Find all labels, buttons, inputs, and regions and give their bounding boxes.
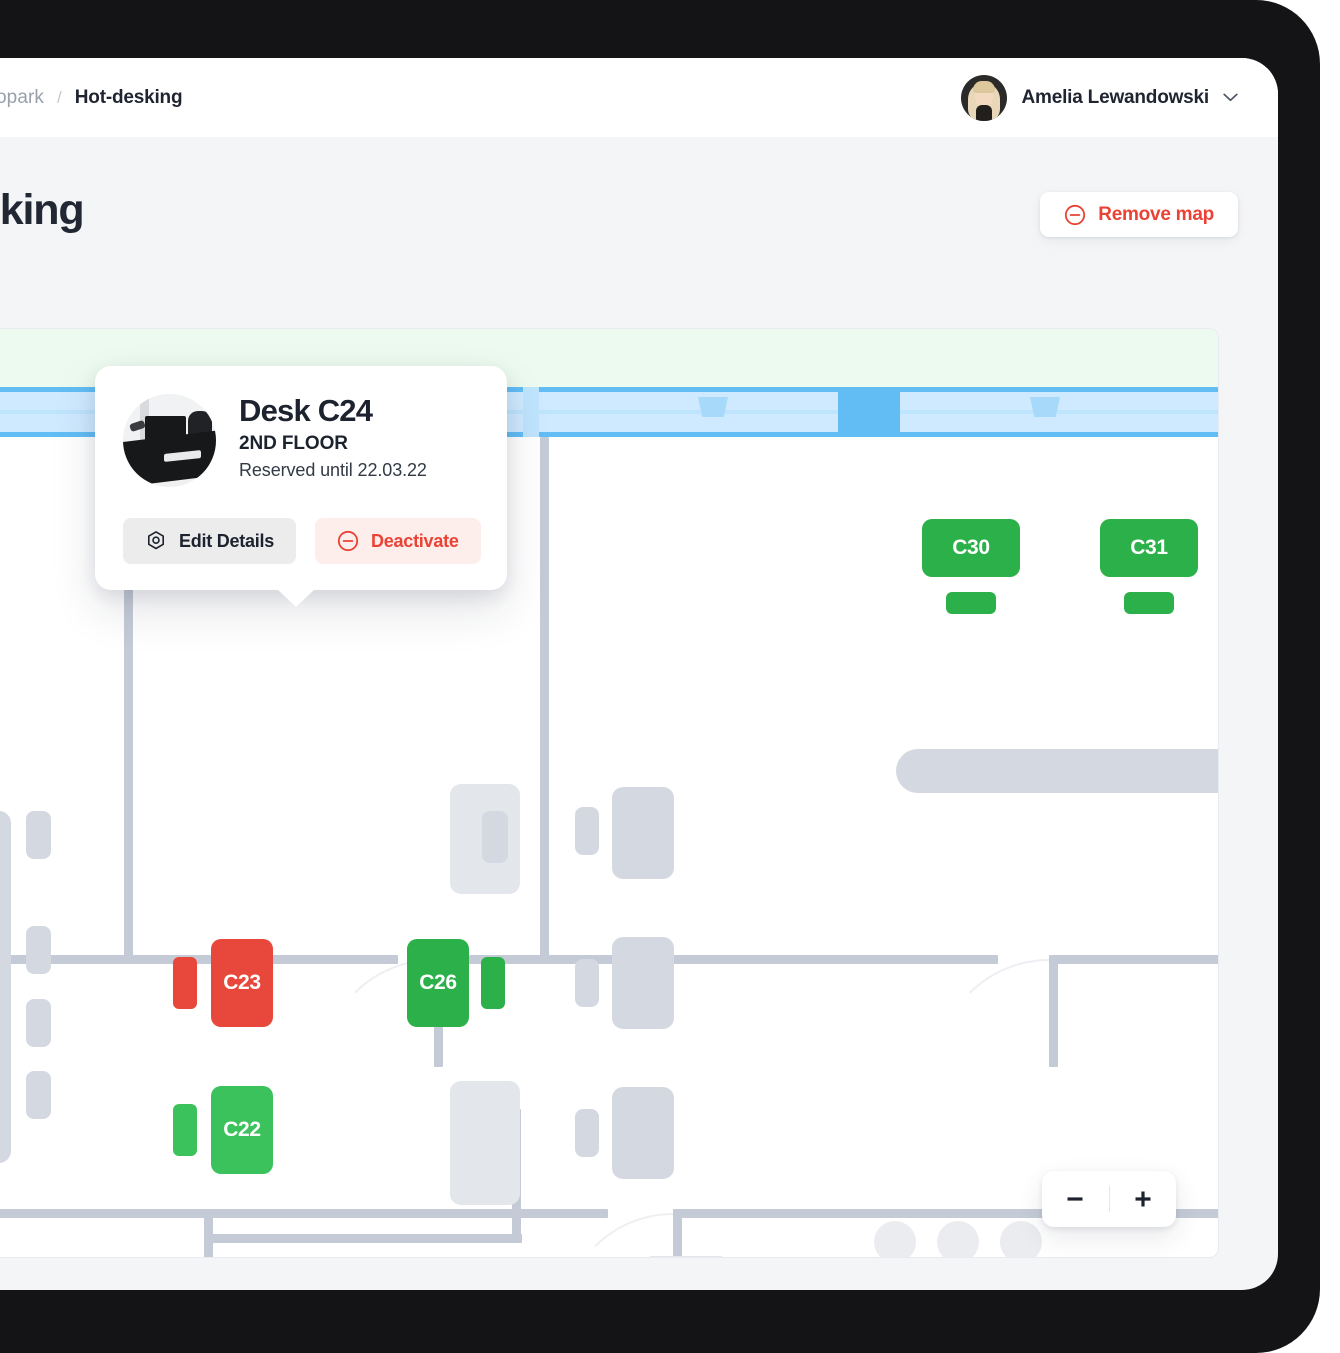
- chair-C26[interactable]: [481, 957, 505, 1009]
- sideboard-bottom: [646, 1256, 726, 1257]
- desk-gray-right-3: [612, 1087, 674, 1179]
- remove-map-label: Remove map: [1098, 203, 1214, 225]
- user-menu[interactable]: Amelia Lewandowski: [961, 74, 1238, 121]
- popover-text-block: Desk C24 2ND FLOOR Reserved until 22.03.…: [239, 394, 427, 481]
- wall-vertical-lower-jamb: [673, 1209, 682, 1257]
- desk-C26[interactable]: C26: [407, 939, 469, 1027]
- chair-right-1: [575, 807, 599, 855]
- window-strip-right: [900, 387, 1218, 437]
- app-header: opark / Hot-desking Amelia Lewandowski: [0, 58, 1278, 137]
- desk-C31-label: C31: [1130, 536, 1168, 559]
- popover-header: Desk C24 2ND FLOOR Reserved until 22.03.…: [123, 394, 479, 487]
- desk-C23[interactable]: C23: [211, 939, 273, 1027]
- minus-icon: [1062, 1186, 1088, 1212]
- desk-C22-label: C22: [223, 1118, 261, 1141]
- counter-bar-right: [896, 749, 1218, 793]
- chair-C22[interactable]: [173, 1104, 197, 1156]
- zoom-in-button[interactable]: [1110, 1171, 1177, 1227]
- page-title: ot-desking: [0, 186, 85, 234]
- wall-horizontal-mid: [434, 955, 998, 964]
- stool-3: [1000, 1221, 1042, 1257]
- app-window: opark / Hot-desking Amelia Lewandowski o…: [0, 58, 1278, 1290]
- popover-desk-status: Reserved until 22.03.22: [239, 460, 427, 481]
- hex-nut-icon: [145, 530, 167, 552]
- wall-stub-a: [523, 387, 539, 437]
- chair-C30[interactable]: [946, 592, 996, 614]
- wall-horizontal-left: [0, 955, 398, 964]
- zoom-controls: [1042, 1171, 1176, 1227]
- window-solid-block: [838, 387, 900, 437]
- breadcrumb: opark / Hot-desking: [0, 86, 183, 109]
- deactivate-button[interactable]: Deactivate: [315, 518, 481, 564]
- popover-desk-floor: 2ND FLOOR: [239, 433, 348, 455]
- desk-C23-label: C23: [223, 971, 261, 994]
- minus-circle-icon: [1064, 204, 1086, 226]
- popover-actions: Edit Details Deactivate: [123, 518, 481, 564]
- remove-map-button[interactable]: Remove map: [1040, 192, 1238, 237]
- table-left: [0, 811, 11, 1163]
- wall-horizontal-right: [1049, 955, 1218, 964]
- popover-desk-title: Desk C24: [239, 393, 373, 428]
- desk-C22[interactable]: C22: [211, 1086, 273, 1174]
- plus-icon: [1130, 1186, 1156, 1212]
- edit-details-label: Edit Details: [179, 530, 275, 551]
- chair-right-2: [575, 959, 599, 1007]
- wall-horizontal-lower-2: [204, 1234, 522, 1243]
- edit-details-button[interactable]: Edit Details: [123, 518, 297, 564]
- breadcrumb-root-link[interactable]: opark: [0, 87, 44, 109]
- window-strip-middle: [538, 387, 838, 437]
- chair-right-3: [575, 1109, 599, 1157]
- chair-mid-1: [482, 811, 508, 863]
- desk-C30[interactable]: C30: [922, 519, 1020, 577]
- chair-C23[interactable]: [173, 957, 197, 1009]
- breadcrumb-separator: /: [57, 87, 62, 107]
- desk-gray-right-2: [612, 937, 674, 1029]
- zoom-out-button[interactable]: [1042, 1171, 1109, 1227]
- chair-left-8: [26, 1071, 51, 1119]
- wall-vertical-middle: [540, 437, 549, 961]
- user-name: Amelia Lewandowski: [1021, 86, 1209, 108]
- desk-photo: [123, 394, 216, 487]
- chair-C31[interactable]: [1124, 592, 1174, 614]
- desk-C26-label: C26: [419, 971, 457, 994]
- breadcrumb-current: Hot-desking: [74, 86, 183, 108]
- minus-circle-icon: [337, 530, 359, 552]
- desk-gray-mid-2: [450, 1081, 520, 1205]
- desk-C31[interactable]: C31: [1100, 519, 1198, 577]
- desk-gray-right-1: [612, 787, 674, 879]
- avatar: [961, 74, 1008, 121]
- desk-detail-popover: Desk C24 2ND FLOOR Reserved until 22.03.…: [95, 366, 507, 607]
- chair-left-5: [26, 811, 51, 859]
- chair-left-6: [26, 926, 51, 974]
- stool-1: [874, 1221, 916, 1257]
- chair-left-7: [26, 999, 51, 1047]
- chevron-down-icon[interactable]: [1223, 93, 1238, 102]
- deactivate-label: Deactivate: [371, 530, 459, 551]
- wall-vertical-door-jamb-2: [1049, 955, 1058, 1067]
- desk-C30-label: C30: [952, 536, 990, 559]
- stool-2: [937, 1221, 979, 1257]
